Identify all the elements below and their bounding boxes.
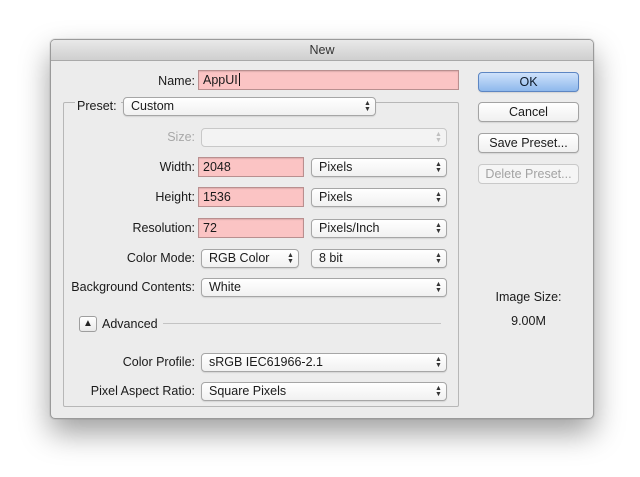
delete-preset-button: Delete Preset... — [478, 164, 579, 184]
ok-button[interactable]: OK — [478, 72, 579, 92]
color-mode-label: Color Mode: — [126, 251, 195, 265]
chevron-updown-icon: ▲ ▼ — [435, 191, 442, 204]
height-label: Height: — [155, 190, 195, 204]
color-mode-value: RGB Color — [209, 251, 270, 265]
resolution-unit-select[interactable]: Pixels/Inch ▲ ▼ — [311, 219, 447, 238]
resolution-unit-value: Pixels/Inch — [319, 221, 380, 235]
advanced-disclosure-button[interactable]: ▲ — [79, 316, 97, 332]
bit-depth-value: 8 bit — [319, 251, 343, 265]
size-select: ▲ ▼ — [201, 128, 447, 147]
pixel-aspect-ratio-value: Square Pixels — [209, 384, 287, 398]
chevron-updown-icon: ▲ ▼ — [435, 281, 442, 294]
chevron-updown-icon: ▲ ▼ — [435, 356, 442, 369]
resolution-label: Resolution: — [132, 221, 195, 235]
height-unit-select[interactable]: Pixels ▲ ▼ — [311, 188, 447, 207]
width-unit-select[interactable]: Pixels ▲ ▼ — [311, 158, 447, 177]
advanced-label: Advanced — [102, 317, 158, 331]
name-field[interactable]: AppUI — [198, 70, 459, 90]
background-contents-value: White — [209, 280, 241, 294]
name-label: Name: — [158, 74, 195, 88]
background-contents-select[interactable]: White ▲ ▼ — [201, 278, 447, 297]
size-label: Size: — [167, 130, 195, 144]
chevron-updown-icon: ▲ ▼ — [435, 252, 442, 265]
preset-value: Custom — [131, 99, 175, 113]
color-profile-value: sRGB IEC61966-2.1 — [209, 355, 323, 369]
color-profile-select[interactable]: sRGB IEC61966-2.1 ▲ ▼ — [201, 353, 447, 372]
chevron-updown-icon: ▲ ▼ — [435, 131, 442, 144]
height-unit-value: Pixels — [319, 190, 353, 204]
width-unit-value: Pixels — [319, 160, 353, 174]
preset-label: Preset: — [75, 96, 121, 116]
image-size-value: 9.00M — [511, 314, 546, 328]
chevron-updown-icon: ▲ ▼ — [287, 252, 294, 265]
chevron-updown-icon: ▲ ▼ — [364, 100, 371, 113]
width-field[interactable]: 2048 — [198, 157, 304, 177]
background-contents-label: Background Contents: — [71, 280, 195, 294]
width-label: Width: — [159, 160, 195, 174]
color-mode-select[interactable]: RGB Color ▲ ▼ — [201, 249, 299, 268]
height-field[interactable]: 1536 — [198, 187, 304, 207]
window-title: New — [51, 40, 593, 61]
advanced-separator — [163, 323, 441, 324]
chevron-updown-icon: ▲ ▼ — [435, 161, 442, 174]
color-profile-label: Color Profile: — [122, 355, 195, 369]
preset-select[interactable]: Custom ▲ ▼ — [123, 97, 376, 116]
triangle-up-icon: ▲ — [83, 318, 93, 329]
save-preset-button[interactable]: Save Preset... — [478, 133, 579, 153]
chevron-updown-icon: ▲ ▼ — [435, 222, 442, 235]
resolution-field[interactable]: 72 — [198, 218, 304, 238]
new-document-dialog: New Name: AppUI Preset: Custom ▲ ▼ Size: … — [50, 39, 594, 419]
cancel-button[interactable]: Cancel — [478, 102, 579, 122]
chevron-updown-icon: ▲ ▼ — [435, 385, 442, 398]
pixel-aspect-ratio-select[interactable]: Square Pixels ▲ ▼ — [201, 382, 447, 401]
pixel-aspect-ratio-label: Pixel Aspect Ratio: — [90, 384, 195, 398]
image-size-label: Image Size: — [495, 290, 562, 304]
bit-depth-select[interactable]: 8 bit ▲ ▼ — [311, 249, 447, 268]
